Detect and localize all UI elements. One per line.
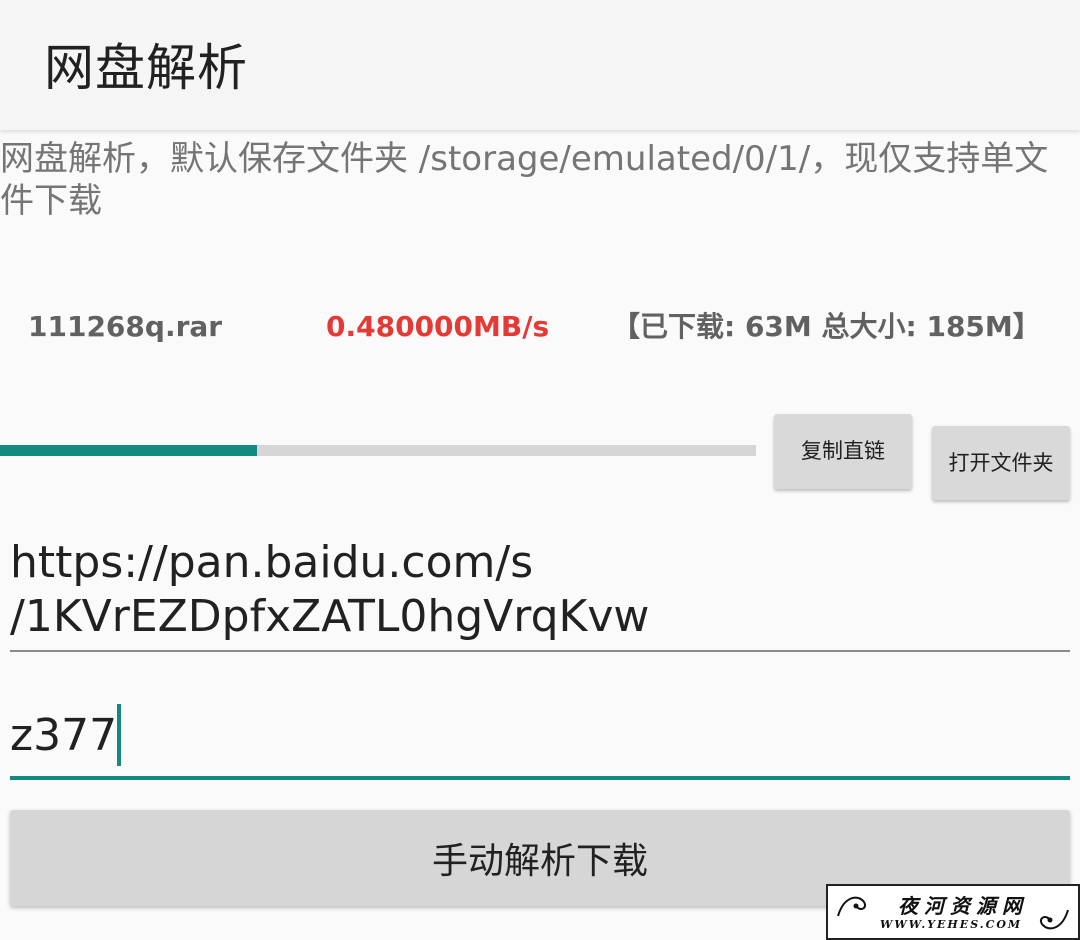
copy-link-button-label: 复制直链 xyxy=(801,439,885,463)
download-progress-bar xyxy=(0,445,756,456)
download-speed-label: 0.480000MB/s xyxy=(326,310,550,343)
watermark-url: WWW.YEHES.COM xyxy=(880,918,1023,931)
share-url-value: https://pan.baidu.com/s/1KVrEZDpfxZATL0h… xyxy=(10,537,650,642)
app-screen: 网盘解析 网盘解析，默认保存文件夹 /storage/emulated/0/1/… xyxy=(0,0,1080,940)
extract-code-value: z377 xyxy=(10,710,118,761)
parse-download-button-label: 手动解析下载 xyxy=(431,841,648,882)
flourish-right-icon xyxy=(1040,909,1069,930)
watermark-logo: 夜河资源网 WWW.YEHES.COM xyxy=(826,884,1080,940)
file-name-label: 111268q.rar xyxy=(28,310,223,343)
download-size-label: 【已下载: 63M 总大小: 185M】 xyxy=(612,310,1041,343)
description-text: 网盘解析，默认保存文件夹 /storage/emulated/0/1/，现仅支持… xyxy=(0,139,1049,221)
flourish-left-icon xyxy=(837,896,866,917)
text-cursor xyxy=(117,704,122,766)
open-folder-button[interactable]: 打开文件夹 xyxy=(932,426,1070,500)
app-title: 网盘解析 xyxy=(44,39,248,97)
open-folder-button-label: 打开文件夹 xyxy=(948,450,1054,475)
app-bar: 网盘解析 xyxy=(0,0,1080,130)
copy-link-button[interactable]: 复制直链 xyxy=(774,414,912,489)
watermark-title: 夜河资源网 xyxy=(898,894,1028,918)
download-progress-fill xyxy=(0,445,258,456)
share-url-input[interactable]: https://pan.baidu.com/s/1KVrEZDpfxZATL0h… xyxy=(10,536,1070,652)
extract-code-input[interactable]: z377 xyxy=(10,704,1070,780)
